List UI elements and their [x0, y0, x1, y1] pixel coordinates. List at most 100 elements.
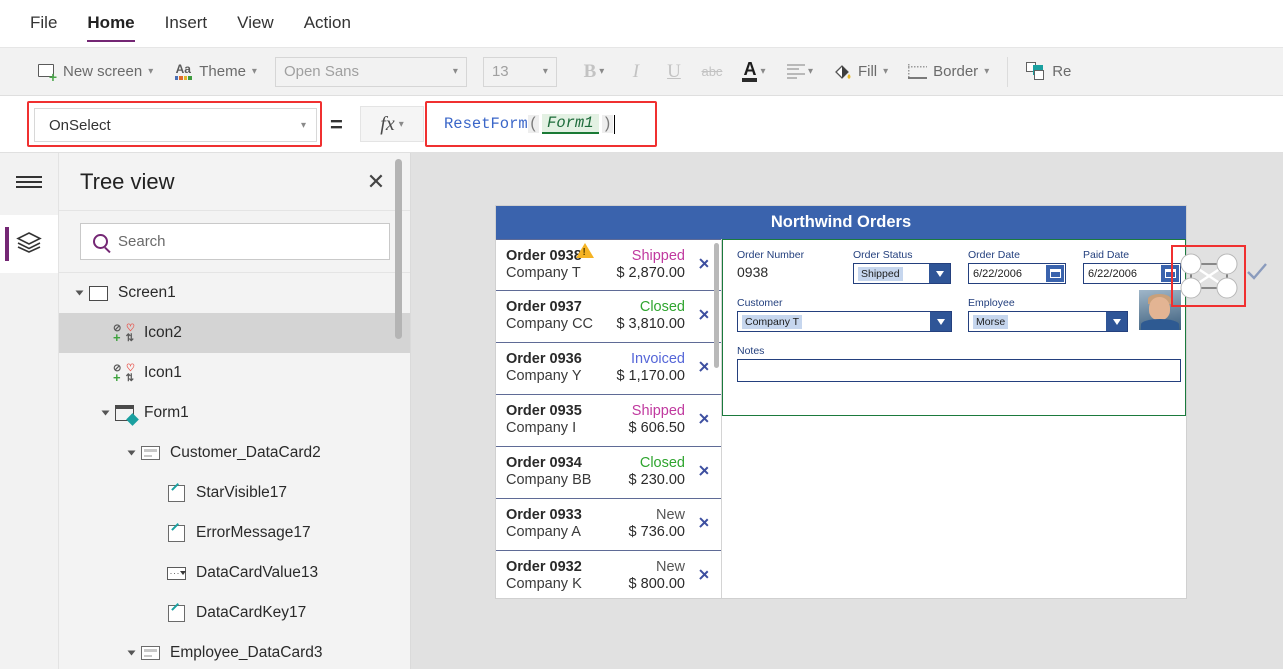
orders-gallery[interactable]: Order 0938ShippedCompany T$ 2,870.00Orde…: [496, 239, 722, 598]
tree-node-datacardkey17[interactable]: DataCardKey17: [59, 593, 410, 633]
menu-item-file[interactable]: File: [30, 14, 57, 33]
fx-button[interactable]: fx ▾: [360, 106, 424, 142]
gallery-scrollbar-thumb[interactable]: [714, 243, 719, 368]
tree-node-label: DataCardValue13: [196, 564, 319, 581]
expander-icon[interactable]: [123, 449, 139, 457]
chevron-right-icon[interactable]: [699, 304, 710, 324]
reorder-button[interactable]: Re: [1016, 55, 1081, 89]
order-date-input[interactable]: 6/22/2006: [968, 263, 1066, 284]
align-icon: [786, 64, 805, 79]
font-name-select[interactable]: Open Sans ▾: [274, 56, 467, 87]
chevron-down-icon: ▾: [599, 66, 605, 77]
property-selector-highlight: OnSelect ▾: [27, 101, 322, 147]
formula-function-token: ResetForm: [444, 115, 528, 133]
search-input[interactable]: Search: [80, 223, 390, 260]
pen-icon: [165, 604, 187, 623]
order-company: Company Y: [506, 368, 582, 384]
paid-date-label: Paid Date: [1083, 249, 1130, 261]
formula-input[interactable]: ResetForm(Form1): [430, 106, 652, 142]
gallery-row[interactable]: Order 0933 New Company A $ 736.00: [496, 499, 721, 551]
tree-node-employee_datacard3[interactable]: Employee_DataCard3: [59, 633, 410, 669]
pen-icon: [165, 524, 187, 543]
fill-button[interactable]: Fill ▾: [823, 55, 898, 89]
tree-node-icon1[interactable]: ⊘ ♡ + ⇅ Icon1: [59, 353, 410, 393]
chevron-down-icon[interactable]: [930, 312, 951, 331]
expander-icon[interactable]: [71, 289, 87, 297]
underline-button[interactable]: U: [655, 55, 693, 89]
notes-input[interactable]: [737, 359, 1181, 382]
expander-icon[interactable]: [97, 409, 113, 417]
tree-node-starvisible17[interactable]: StarVisible17: [59, 473, 410, 513]
border-button[interactable]: Border ▾: [898, 55, 999, 89]
hamburger-menu-button[interactable]: [0, 153, 58, 211]
form-icon: [113, 404, 139, 426]
tree-scrollbar-thumb[interactable]: [395, 159, 402, 339]
chevron-down-icon[interactable]: [1106, 312, 1127, 331]
order-number: Order 0933: [506, 507, 582, 523]
gallery-row[interactable]: Order 0932 New Company K $ 800.00: [496, 551, 721, 598]
tree-node-errormessage17[interactable]: ErrorMessage17: [59, 513, 410, 553]
chevron-right-icon[interactable]: [699, 356, 710, 376]
chevron-right-icon[interactable]: [699, 564, 710, 584]
chevron-right-icon[interactable]: [699, 408, 710, 428]
font-size-select[interactable]: 13 ▾: [482, 56, 557, 87]
tree-node-screen1[interactable]: Screen1: [59, 273, 410, 313]
chevron-down-icon[interactable]: [929, 264, 950, 283]
font-name-value: Open Sans: [283, 63, 360, 80]
tree-scrollbar-track[interactable]: [395, 153, 406, 549]
customer-dropdown[interactable]: Company T: [737, 311, 952, 332]
order-company: Company I: [506, 420, 577, 436]
app-preview: Northwind Orders Order 0938 Shipped Compan…: [496, 206, 1267, 598]
gallery-row[interactable]: Order 0936 Invoiced Company Y $ 1,170.00: [496, 343, 721, 395]
font-color-button[interactable]: A ▾: [731, 55, 777, 89]
left-rail: [0, 153, 59, 669]
italic-button[interactable]: I: [617, 55, 655, 89]
order-amount: $ 3,810.00: [616, 316, 685, 332]
property-select[interactable]: OnSelect ▾: [34, 108, 317, 142]
border-label: Border: [933, 63, 979, 80]
bold-button[interactable]: B ▾: [571, 55, 617, 89]
theme-button[interactable]: Aa Theme ▾: [163, 55, 267, 89]
chevron-down-icon: ▾: [760, 66, 766, 77]
ribbon-divider: [1007, 56, 1009, 87]
strikethrough-button[interactable]: abc: [693, 55, 731, 89]
close-icon[interactable]: ✕: [362, 168, 390, 196]
menu-item-action[interactable]: Action: [304, 14, 351, 33]
menu-item-insert[interactable]: Insert: [165, 14, 208, 33]
menu-item-home[interactable]: Home: [87, 14, 135, 42]
customer-label: Customer: [737, 297, 783, 309]
chevron-right-icon[interactable]: [699, 460, 710, 480]
expander-icon[interactable]: [123, 649, 139, 657]
tree-view-rail-button[interactable]: [0, 215, 58, 273]
search-icon: [93, 234, 108, 249]
align-button[interactable]: ▾: [777, 55, 823, 89]
formula-open-paren: (: [527, 115, 540, 133]
screen-icon: [87, 284, 109, 303]
calendar-icon[interactable]: [1046, 265, 1064, 282]
tree-node-datacardvalue13[interactable]: ··· DataCardValue13: [59, 553, 410, 593]
order-date-label: Order Date: [968, 249, 1020, 261]
order-date-value: 6/22/2006: [973, 267, 1022, 280]
chevron-right-icon[interactable]: [699, 253, 710, 273]
tree-node-label: Screen1: [118, 284, 176, 301]
gallery-row[interactable]: Order 0935 Shipped Company I $ 606.50: [496, 395, 721, 447]
gallery-row[interactable]: Order 0934 Closed Company BB $ 230.00: [496, 447, 721, 499]
order-company: Company A: [506, 524, 581, 540]
order-status: Shipped: [631, 248, 685, 264]
tree-node-icon2[interactable]: ⊘ ♡ + ⇅ Icon2: [59, 313, 410, 353]
checkmark-icon[interactable]: [1244, 259, 1270, 285]
gallery-row[interactable]: Order 0937 Closed Company CC $ 3,810.00: [496, 291, 721, 343]
paid-date-input[interactable]: 6/22/2006: [1083, 263, 1181, 284]
chevron-right-icon[interactable]: [699, 512, 710, 532]
new-screen-label: New screen: [63, 63, 143, 80]
order-status-dropdown[interactable]: Shipped: [853, 263, 951, 284]
tree-node-customer_datacard2[interactable]: Customer_DataCard2: [59, 433, 410, 473]
chevron-down-icon: ▾: [984, 66, 990, 77]
new-screen-button[interactable]: + New screen ▾: [28, 55, 163, 89]
order-company: Company T: [506, 265, 581, 281]
employee-label: Employee: [968, 297, 1015, 309]
employee-dropdown[interactable]: Morse: [968, 311, 1128, 332]
gallery-row[interactable]: Order 0938 Shipped Company T $ 2,870.00: [496, 239, 721, 291]
menu-item-view[interactable]: View: [237, 14, 274, 33]
tree-node-form1[interactable]: Form1: [59, 393, 410, 433]
